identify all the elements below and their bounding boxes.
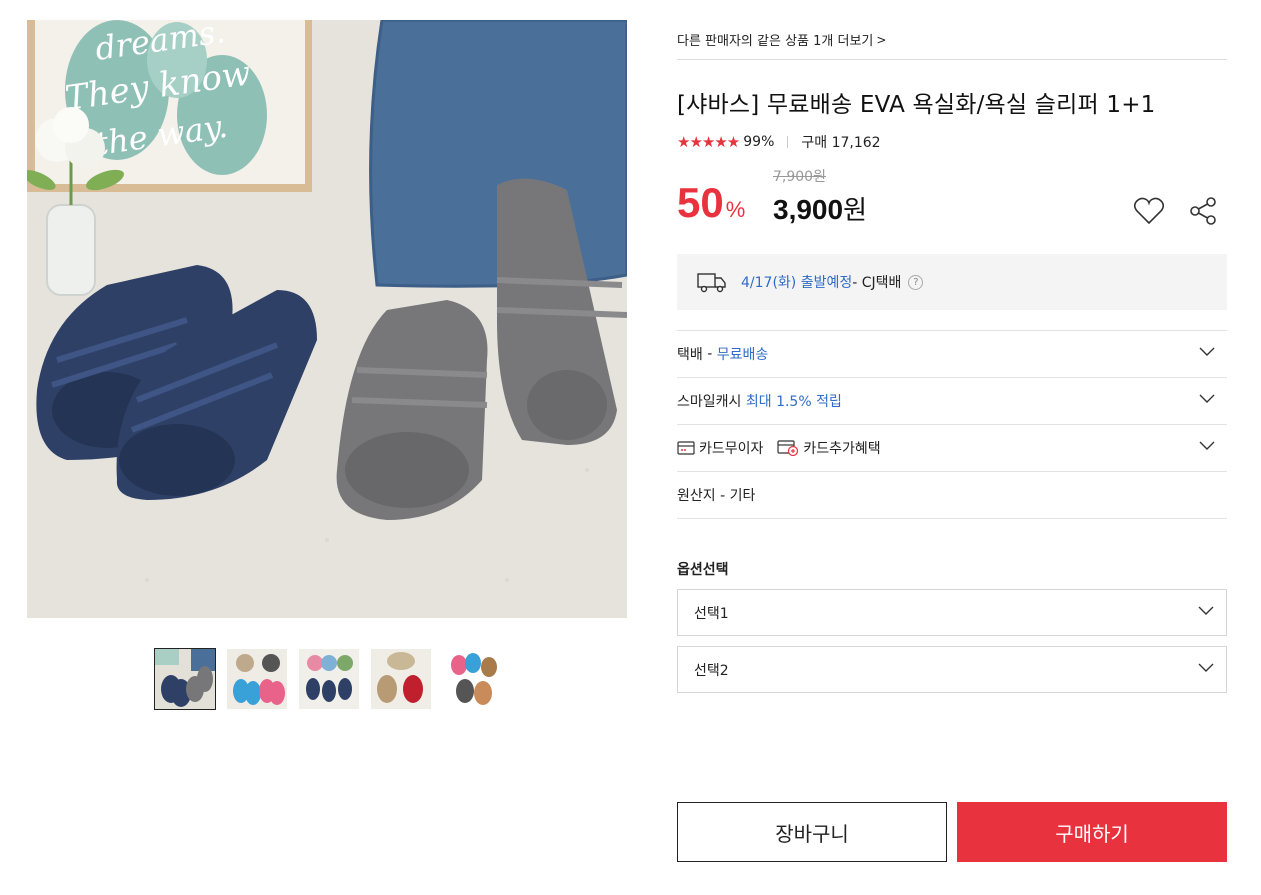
star-rating-icon: ★★★★★: [677, 133, 740, 151]
thumbnail-3[interactable]: [298, 648, 360, 710]
delivery-value: 무료배송: [716, 347, 769, 363]
product-main-image[interactable]: dreams. They know the way.: [27, 20, 627, 618]
chevron-down-icon: [1199, 441, 1215, 450]
card-interest-free[interactable]: 카드무이자: [677, 438, 763, 458]
original-price: 7,900원: [773, 169, 826, 185]
sale-amount: 3,900: [773, 194, 844, 225]
percent-sign: %: [725, 197, 746, 222]
origin-row: 원산지 - 기타: [677, 472, 1227, 519]
option-select-1[interactable]: 선택1: [677, 589, 1227, 636]
shipping-carrier: - CJ택배: [852, 275, 902, 291]
other-sellers-label: 다른 판매자의 같은 상품 1개 더보기: [677, 34, 874, 49]
chevron-down-icon: [1198, 606, 1214, 615]
product-info: 다른 판매자의 같은 상품 1개 더보기 > [샤바스] 무료배송 EVA 욕실…: [677, 20, 1227, 693]
price-block: 50% 7,900원 3,900원: [677, 166, 1227, 236]
card-plus-icon: [777, 440, 799, 456]
card-extra-benefit[interactable]: 카드추가혜택: [777, 438, 881, 458]
divider: [787, 136, 789, 148]
thumbnail-4[interactable]: [370, 648, 432, 710]
discount-rate: 50%: [677, 182, 745, 231]
purchase-buttons: 장바구니 구매하기: [677, 802, 1227, 862]
add-to-cart-button[interactable]: 장바구니: [677, 802, 947, 862]
benefit-rows: 택배 - 무료배송 스마일캐시 최대 1.5% 적립 카드무이자 카드추가혜택 …: [677, 330, 1227, 519]
thumbnail-5[interactable]: [442, 648, 504, 710]
thumbnail-2[interactable]: [226, 648, 288, 710]
delivery-separator: -: [702, 346, 717, 362]
chevron-down-icon: [1199, 394, 1215, 403]
wishlist-heart-icon[interactable]: [1132, 194, 1166, 228]
share-icon[interactable]: [1186, 194, 1220, 228]
chevron-down-icon: [1199, 347, 1215, 356]
card-benefit-row[interactable]: 카드무이자 카드추가혜택: [677, 425, 1227, 472]
chevron-right-icon: >: [876, 32, 887, 47]
truck-icon: [697, 271, 727, 293]
help-icon[interactable]: ?: [908, 274, 924, 290]
thumbnail-1[interactable]: [154, 648, 216, 710]
rating-percent[interactable]: 99%: [743, 134, 774, 150]
product-title: [샤바스] 무료배송 EVA 욕실화/욕실 슬리퍼 1+1: [677, 92, 1156, 118]
option-section-title: 옵션선택: [677, 562, 729, 578]
delivery-label: 택배: [677, 347, 703, 363]
purchase-count: 구매 17,162: [801, 135, 881, 151]
chevron-down-icon: [1198, 663, 1214, 672]
rating-row: ★★★★★ 99% 구매 17,162: [677, 132, 1227, 152]
option-select-2-label: 선택2: [694, 662, 729, 679]
shipping-info-box: 4/17(화) 출발예정 - CJ택배 ?: [677, 254, 1227, 310]
thumbnail-list: [154, 648, 504, 710]
option-select-2[interactable]: 선택2: [677, 646, 1227, 693]
discount-value: 50: [677, 179, 724, 226]
smile-cash-label: 스마일캐시: [677, 394, 746, 410]
currency: 원: [843, 196, 867, 226]
card-icon: [677, 441, 695, 455]
other-sellers-link[interactable]: 다른 판매자의 같은 상품 1개 더보기 >: [677, 20, 1227, 60]
delivery-row[interactable]: 택배 - 무료배송: [677, 331, 1227, 378]
shipping-date: 4/17(화) 출발예정: [741, 275, 853, 291]
buy-now-button[interactable]: 구매하기: [957, 802, 1227, 862]
option-select-1-label: 선택1: [694, 605, 729, 622]
card-interest-label: 카드무이자: [699, 441, 764, 457]
sale-price: 3,900원: [773, 190, 867, 227]
origin-label: 원산지 - 기타: [677, 488, 756, 504]
smile-cash-row[interactable]: 스마일캐시 최대 1.5% 적립: [677, 378, 1227, 425]
card-extra-label: 카드추가혜택: [803, 441, 881, 457]
smile-cash-value: 최대 1.5% 적립: [745, 394, 842, 410]
